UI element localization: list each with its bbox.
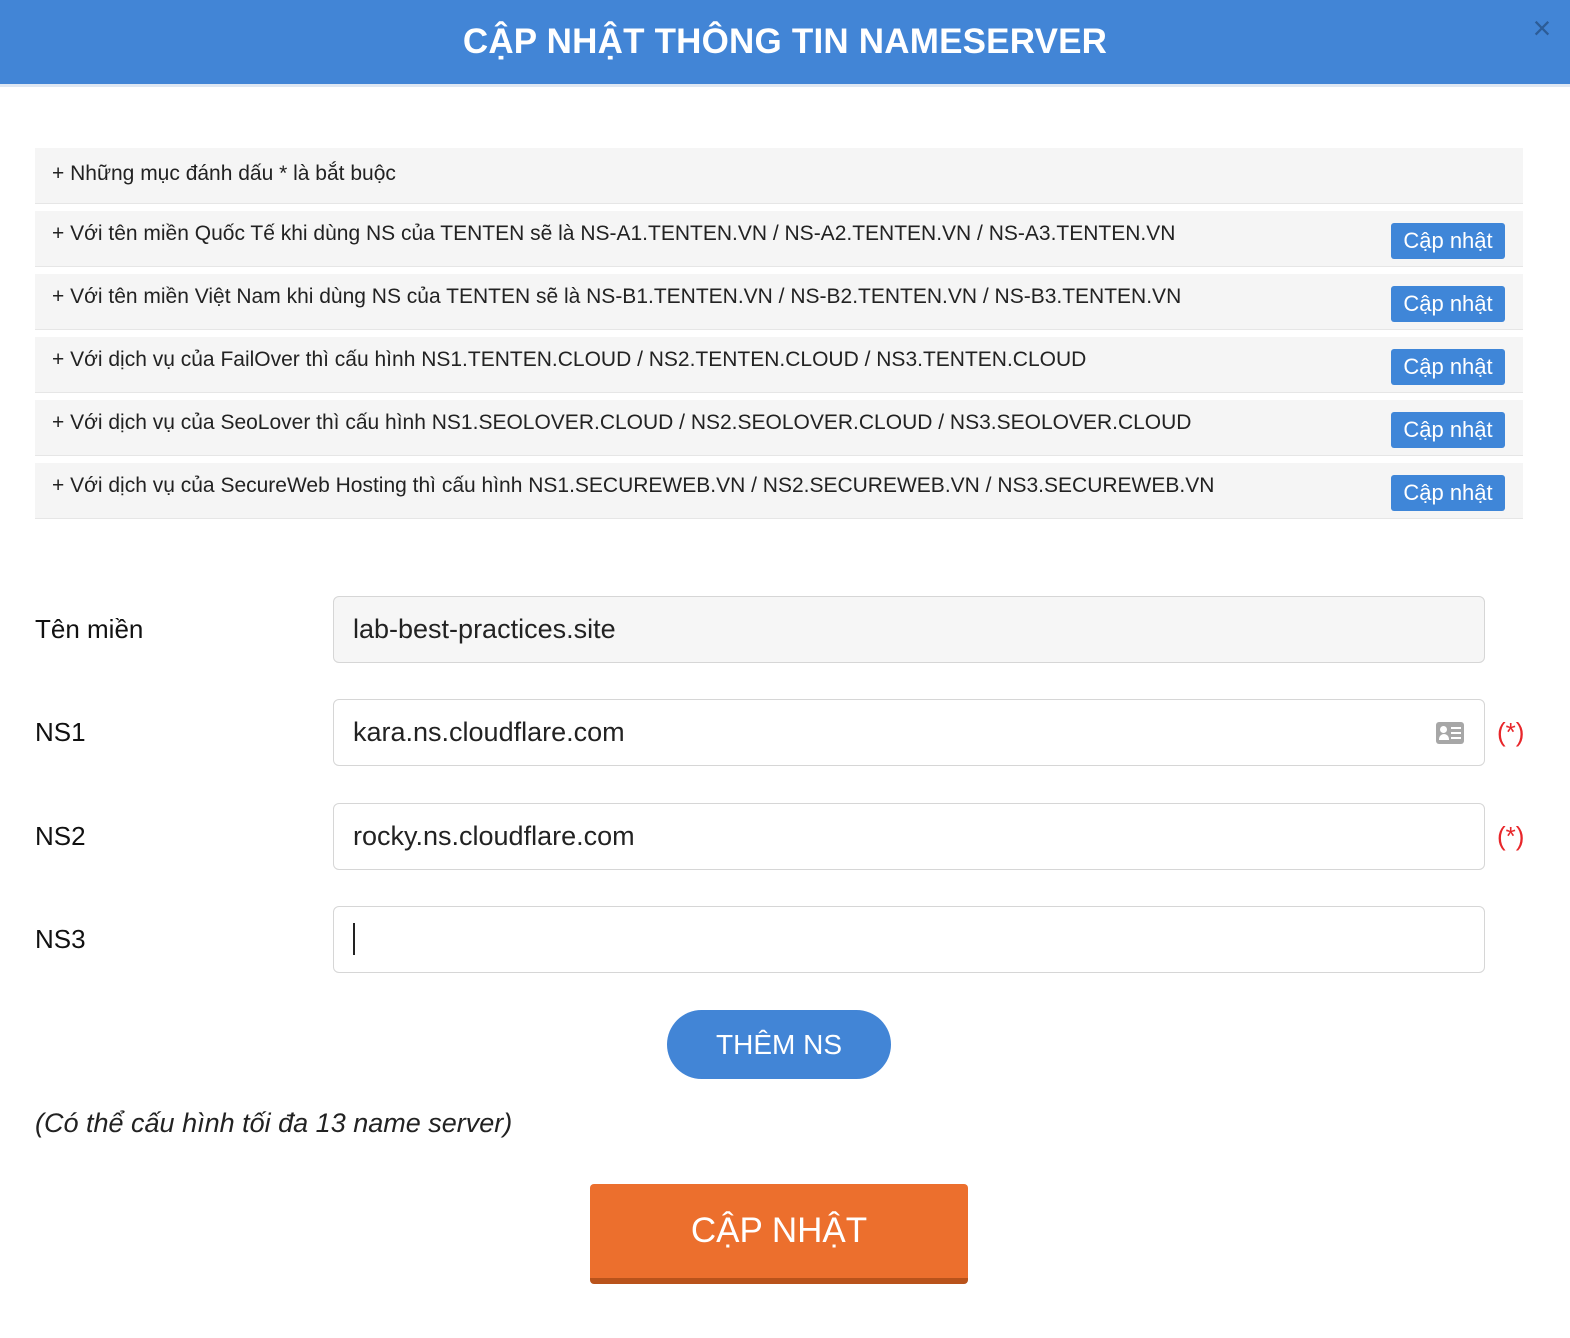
note-text: + Với dịch vụ của SeoLover thì cấu hình … xyxy=(52,410,1192,434)
ns2-label: NS2 xyxy=(35,821,86,851)
update-secureweb-button[interactable]: Cập nhật xyxy=(1391,475,1505,511)
update-international-button[interactable]: Cập nhật xyxy=(1391,223,1505,259)
submit-update-button[interactable]: CẬP NHẬT xyxy=(590,1184,968,1284)
update-failover-button[interactable]: Cập nhật xyxy=(1391,349,1505,385)
ns1-row: NS1 kara.ns.cloudflare.com (*) xyxy=(35,699,1535,766)
ns2-input[interactable]: rocky.ns.cloudflare.com xyxy=(333,803,1485,870)
note-text: + Với dịch vụ của FailOver thì cấu hình … xyxy=(52,347,1087,371)
required-marker: (*) xyxy=(1497,821,1525,851)
modal-header: CẬP NHẬT THÔNG TIN NAMESERVER × xyxy=(0,0,1570,87)
domain-field: lab-best-practices.site xyxy=(333,596,1485,663)
domain-row: Tên miền lab-best-practices.site xyxy=(35,596,1535,663)
ns3-row: NS3 xyxy=(35,906,1535,973)
note-text: + Với tên miền Việt Nam khi dùng NS của … xyxy=(52,284,1182,308)
note-text: + Những mục đánh dấu * là bắt buộc xyxy=(52,161,396,185)
close-icon[interactable]: × xyxy=(1528,12,1556,44)
required-marker: (*) xyxy=(1497,717,1525,747)
modal-title: CẬP NHẬT THÔNG TIN NAMESERVER xyxy=(462,22,1108,61)
max-ns-note: (Có thể cấu hình tối đa 13 name server) xyxy=(35,1108,513,1138)
update-vietnam-button[interactable]: Cập nhật xyxy=(1391,286,1505,322)
note-text: + Với tên miền Quốc Tế khi dùng NS của T… xyxy=(52,221,1176,245)
note-secureweb: + Với dịch vụ của SecureWeb Hosting thì … xyxy=(35,463,1523,519)
note-failover: + Với dịch vụ của FailOver thì cấu hình … xyxy=(35,337,1523,393)
ns2-row: NS2 rocky.ns.cloudflare.com (*) xyxy=(35,803,1535,870)
ns3-label: NS3 xyxy=(35,924,86,954)
domain-label: Tên miền xyxy=(35,614,144,644)
add-ns-button[interactable]: THÊM NS xyxy=(667,1010,891,1079)
note-seolover: + Với dịch vụ của SeoLover thì cấu hình … xyxy=(35,400,1523,456)
text-cursor xyxy=(353,922,355,955)
note-text: + Với dịch vụ của SecureWeb Hosting thì … xyxy=(52,473,1215,497)
contact-card-icon[interactable] xyxy=(1436,722,1464,744)
ns1-value: kara.ns.cloudflare.com xyxy=(353,717,625,747)
update-seolover-button[interactable]: Cập nhật xyxy=(1391,412,1505,448)
ns1-label: NS1 xyxy=(35,717,86,747)
notes-list: + Những mục đánh dấu * là bắt buộc + Với… xyxy=(35,148,1523,526)
ns1-input[interactable]: kara.ns.cloudflare.com xyxy=(333,699,1485,766)
note-vietnam: + Với tên miền Việt Nam khi dùng NS của … xyxy=(35,274,1523,330)
ns3-input[interactable] xyxy=(333,906,1485,973)
note-required: + Những mục đánh dấu * là bắt buộc xyxy=(35,148,1523,204)
note-international: + Với tên miền Quốc Tế khi dùng NS của T… xyxy=(35,211,1523,267)
